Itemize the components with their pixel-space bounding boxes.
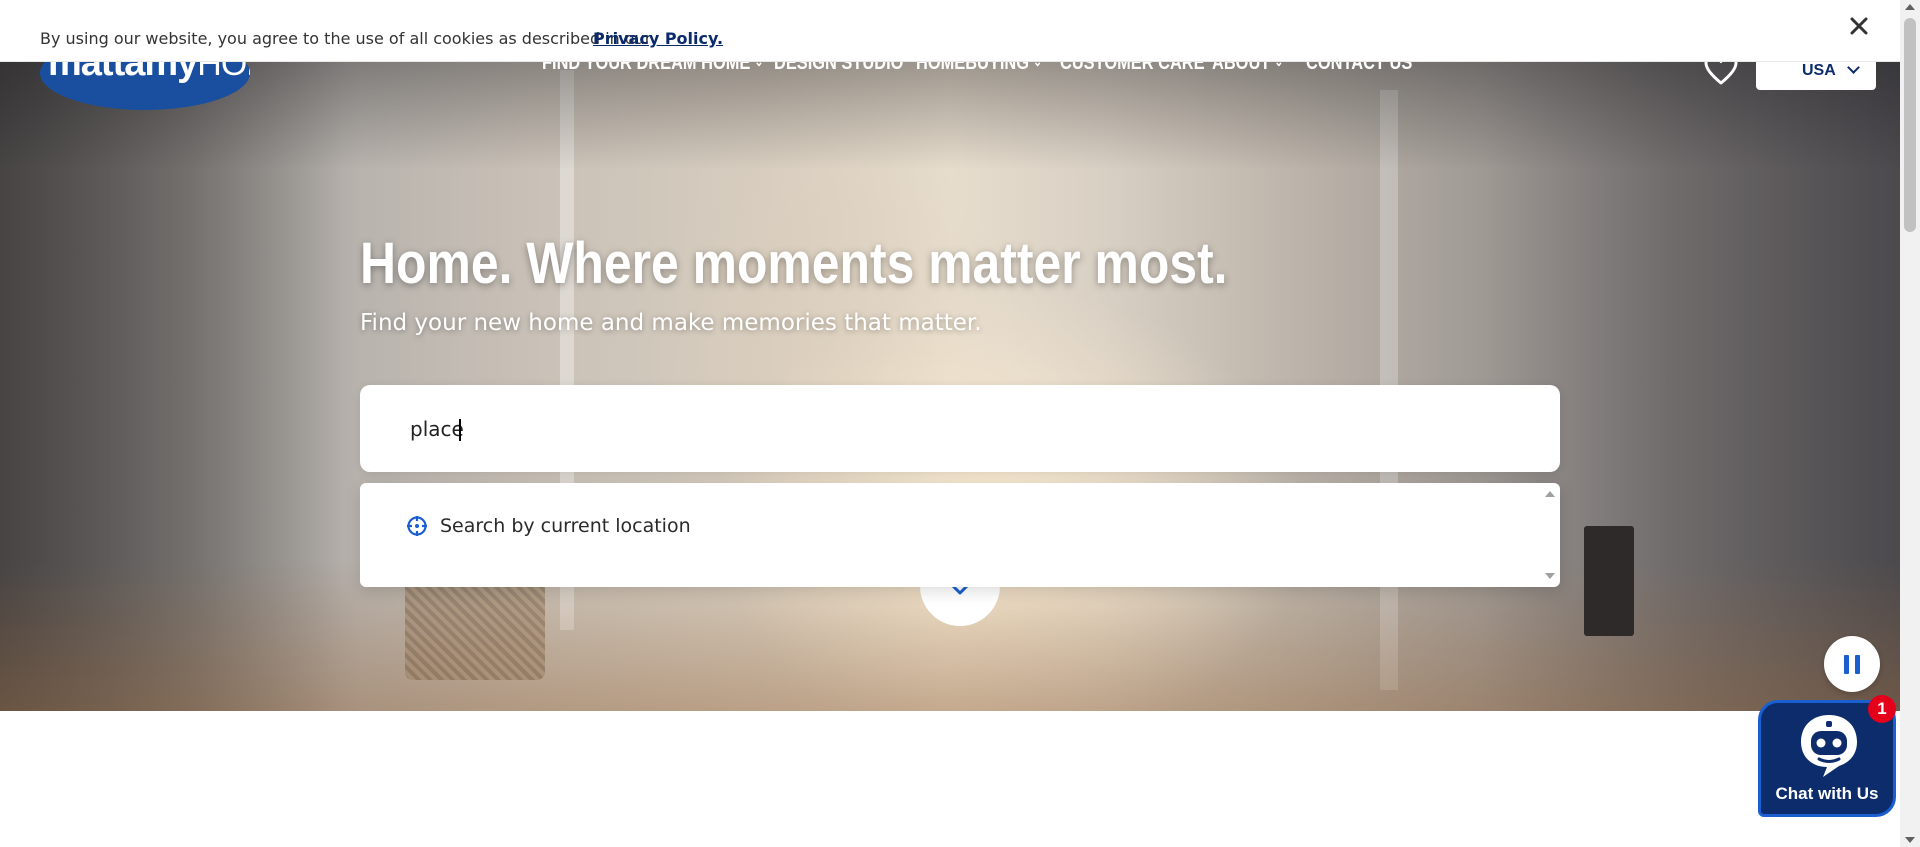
cookie-banner: By using our website, you agree to the u… — [0, 0, 1900, 62]
suggestion-label: Search by current location — [440, 515, 691, 537]
dropdown-scroll-down-icon[interactable] — [1545, 573, 1555, 579]
scrollbar-thumb[interactable] — [1904, 18, 1916, 232]
location-target-icon — [407, 516, 427, 536]
location-search — [360, 385, 1560, 472]
close-icon[interactable] — [1847, 14, 1871, 38]
hero-subtitle: Find your new home and make memories tha… — [360, 310, 982, 336]
search-input[interactable] — [410, 385, 1510, 472]
chat-label: Chat with Us — [1775, 784, 1879, 803]
pause-video-button[interactable] — [1824, 636, 1880, 692]
page-scrollbar[interactable] — [1900, 0, 1920, 847]
privacy-policy-link[interactable]: Privacy Policy. — [593, 29, 723, 48]
suggestion-current-location[interactable]: Search by current location — [406, 515, 691, 537]
hero-title: Home. Where moments matter most. — [360, 231, 1228, 296]
chevron-down-icon — [1847, 61, 1860, 74]
dropdown-scroll-up-icon[interactable] — [1545, 491, 1555, 497]
scroll-up-arrow-icon[interactable] — [1905, 4, 1915, 10]
pause-icon — [1844, 655, 1849, 674]
cookie-text: By using our website, you agree to the u… — [40, 29, 652, 48]
text-caret — [459, 419, 461, 441]
chat-notification-badge: 1 — [1868, 695, 1896, 723]
scroll-down-arrow-icon[interactable] — [1905, 837, 1915, 843]
search-suggestions: Search by current location — [360, 483, 1560, 587]
chatbot-icon — [1801, 715, 1857, 777]
